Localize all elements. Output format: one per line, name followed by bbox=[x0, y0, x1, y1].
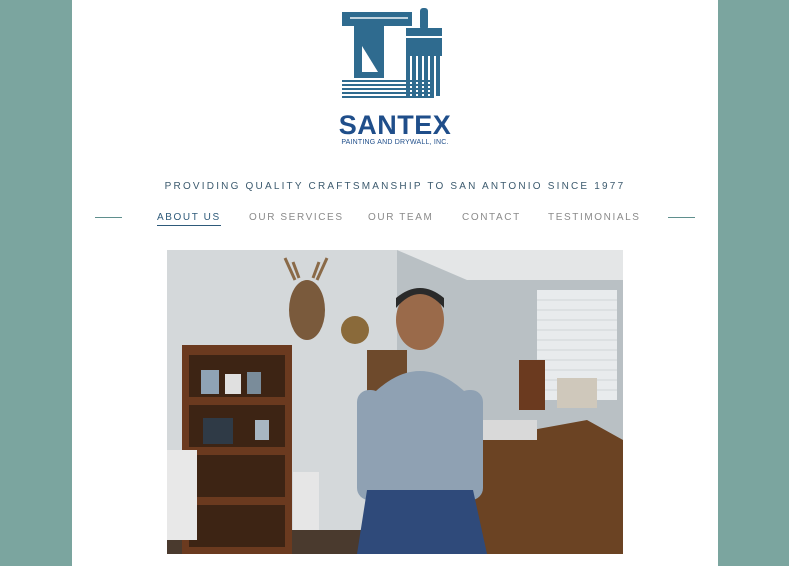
brand-subtitle: PAINTING AND DRYWALL, INC. bbox=[341, 139, 449, 146]
nav-item-testimonials[interactable]: TESTIMONIALS bbox=[548, 212, 641, 223]
santex-logo-icon[interactable] bbox=[340, 6, 448, 101]
owner-office-photo bbox=[167, 250, 623, 554]
nav-item-our-team[interactable]: OUR TEAM bbox=[368, 212, 433, 223]
main-navigation: ABOUT US OUR SERVICES OUR TEAM CONTACT T… bbox=[72, 212, 718, 234]
site-tagline: PROVIDING QUALITY CRAFTSMANSHIP TO SAN A… bbox=[164, 181, 626, 192]
nav-item-about-us[interactable]: ABOUT US bbox=[157, 212, 221, 226]
brand-name: SANTEX bbox=[338, 110, 452, 140]
nav-divider-left bbox=[95, 217, 122, 218]
nav-divider-right bbox=[668, 217, 695, 218]
nav-item-our-services[interactable]: OUR SERVICES bbox=[249, 212, 344, 223]
page-container: SANTEX PAINTING AND DRYWALL, INC. PROVID… bbox=[72, 0, 718, 566]
nav-item-contact[interactable]: CONTACT bbox=[462, 212, 521, 223]
